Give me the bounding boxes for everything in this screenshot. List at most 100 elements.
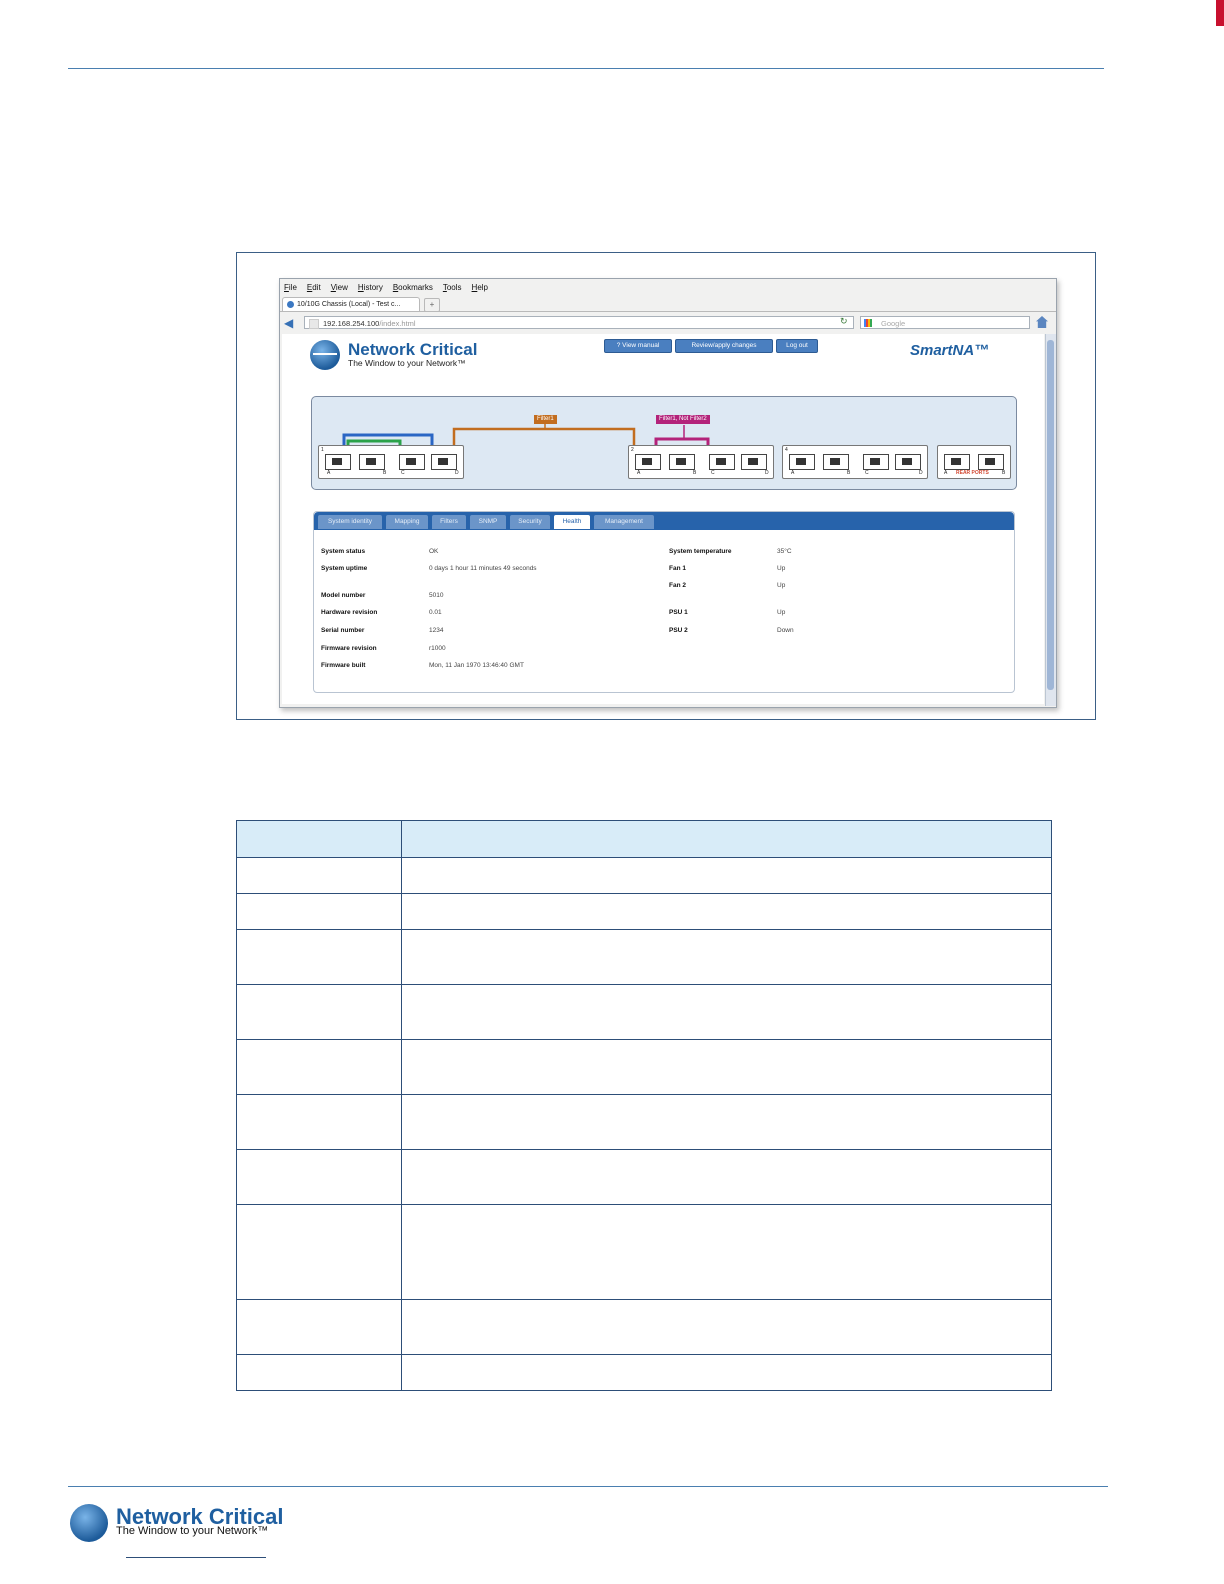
port-4d[interactable] <box>895 454 921 470</box>
port-4b[interactable] <box>823 454 849 470</box>
port-label: C <box>865 470 869 476</box>
search-placeholder: Google <box>881 319 906 328</box>
port-label: C <box>711 470 715 476</box>
web-page: Network Critical The Window to your Netw… <box>282 334 1044 704</box>
table-cell <box>401 1299 1052 1355</box>
table-cell <box>401 1149 1052 1205</box>
url-path: /index.html <box>379 319 416 328</box>
port-label: D <box>455 470 459 476</box>
product-name: SmartNA™ <box>910 342 990 359</box>
view-manual-button[interactable]: ? View manual <box>604 339 672 353</box>
port-label: A <box>327 470 331 476</box>
table-cell <box>401 929 1052 985</box>
table-row <box>236 984 1052 1040</box>
table-cell <box>401 1354 1052 1391</box>
module-number: 2 <box>631 447 634 453</box>
port-map-diagram: Filter1 Filter1, Not Filter2 1 A B C D 2 <box>311 396 1017 490</box>
system-status-label: System status <box>321 548 366 555</box>
port-2c[interactable] <box>709 454 735 470</box>
firmware-built-value: Mon, 11 Jan 1970 13:46:40 GMT <box>429 662 524 669</box>
port-2a[interactable] <box>635 454 661 470</box>
rear-ports-label: REAR PORTS <box>956 470 989 476</box>
logo-globe-icon <box>310 340 340 370</box>
table-row <box>236 893 1052 930</box>
reload-icon[interactable]: ↻ <box>840 316 848 327</box>
new-tab-button[interactable]: + <box>424 298 440 312</box>
site-identity-icon <box>309 319 319 329</box>
tab-health[interactable]: Health <box>554 515 590 529</box>
table-row <box>236 1149 1052 1205</box>
search-bar[interactable]: Google <box>860 316 1030 329</box>
table-cell <box>401 857 1052 894</box>
settings-panel: System identity Mapping Filters SNMP Sec… <box>313 511 1015 693</box>
filter-label-right[interactable]: Filter1, Not Filter2 <box>656 415 710 424</box>
review-apply-button[interactable]: Review/apply changes <box>675 339 773 353</box>
rear-port-a[interactable] <box>944 454 970 470</box>
port-label: B <box>847 470 851 476</box>
tab-snmp[interactable]: SNMP <box>470 515 506 529</box>
tab-management[interactable]: Management <box>594 515 654 529</box>
browser-tab[interactable]: 10/10G Chassis (Local) - Test c... <box>282 297 420 311</box>
port-1a[interactable] <box>325 454 351 470</box>
port-2b[interactable] <box>669 454 695 470</box>
system-status-value: OK <box>429 548 439 555</box>
model-number-label: Model number <box>321 592 366 599</box>
page-edge-mark <box>1216 0 1224 26</box>
menu-file[interactable]: File <box>284 283 297 292</box>
model-number-value: 5010 <box>429 592 444 599</box>
menu-bookmarks[interactable]: Bookmarks <box>393 283 433 292</box>
port-label: A <box>944 470 948 476</box>
footer-rule <box>68 1486 1108 1487</box>
screenshot-figure: File Edit View History Bookmarks Tools H… <box>236 252 1096 720</box>
filter-label-left[interactable]: Filter1 <box>534 415 557 424</box>
hardware-revision-value: 0.01 <box>429 609 442 616</box>
module-number: 4 <box>785 447 788 453</box>
port-1c[interactable] <box>399 454 425 470</box>
tab-system-identity[interactable]: System identity <box>318 515 382 529</box>
table-cell <box>236 1354 402 1391</box>
fan-1-value: Up <box>777 565 786 572</box>
menu-help[interactable]: Help <box>472 283 488 292</box>
port-label: D <box>919 470 923 476</box>
system-temperature-value: 35°C <box>777 548 792 555</box>
port-4a[interactable] <box>789 454 815 470</box>
port-1d[interactable] <box>431 454 457 470</box>
footer-logo: Network Critical The Window to your Netw… <box>70 1500 330 1550</box>
menu-history[interactable]: History <box>358 283 383 292</box>
port-1b[interactable] <box>359 454 385 470</box>
tab-mapping[interactable]: Mapping <box>386 515 428 529</box>
log-out-button[interactable]: Log out <box>776 339 818 353</box>
header-rule <box>68 68 1104 69</box>
table-row <box>236 857 1052 894</box>
back-arrow-icon[interactable]: ◀ <box>284 316 298 330</box>
menu-tools[interactable]: Tools <box>443 283 462 292</box>
port-label: B <box>693 470 697 476</box>
url-bar[interactable]: 192.168.254.100/index.html <box>304 316 854 329</box>
tab-security[interactable]: Security <box>510 515 550 529</box>
table-header-row <box>236 820 1052 858</box>
port-4c[interactable] <box>863 454 889 470</box>
page-scrollbar[interactable] <box>1045 334 1056 706</box>
table-cell <box>236 857 402 894</box>
menu-edit[interactable]: Edit <box>307 283 321 292</box>
port-label: A <box>637 470 641 476</box>
tab-filters[interactable]: Filters <box>432 515 466 529</box>
table-cell <box>401 893 1052 930</box>
rear-port-b[interactable] <box>978 454 1004 470</box>
table-row <box>236 1299 1052 1355</box>
table-cell <box>236 893 402 930</box>
module-number: 1 <box>321 447 324 453</box>
logo-brand: Network Critical <box>348 340 478 359</box>
rear-ports-module: A REAR PORTS B <box>937 445 1011 479</box>
footer-globe-icon <box>70 1504 108 1542</box>
table-cell <box>236 1299 402 1355</box>
scrollbar-thumb[interactable] <box>1047 340 1054 690</box>
menu-view[interactable]: View <box>331 283 348 292</box>
home-icon[interactable] <box>1036 316 1048 328</box>
system-temperature-label: System temperature <box>669 548 732 555</box>
port-label: D <box>765 470 769 476</box>
firmware-revision-label: Firmware revision <box>321 645 377 652</box>
port-2d[interactable] <box>741 454 767 470</box>
fan-1-label: Fan 1 <box>669 565 686 572</box>
module-2: 2 A B C D <box>628 445 774 479</box>
